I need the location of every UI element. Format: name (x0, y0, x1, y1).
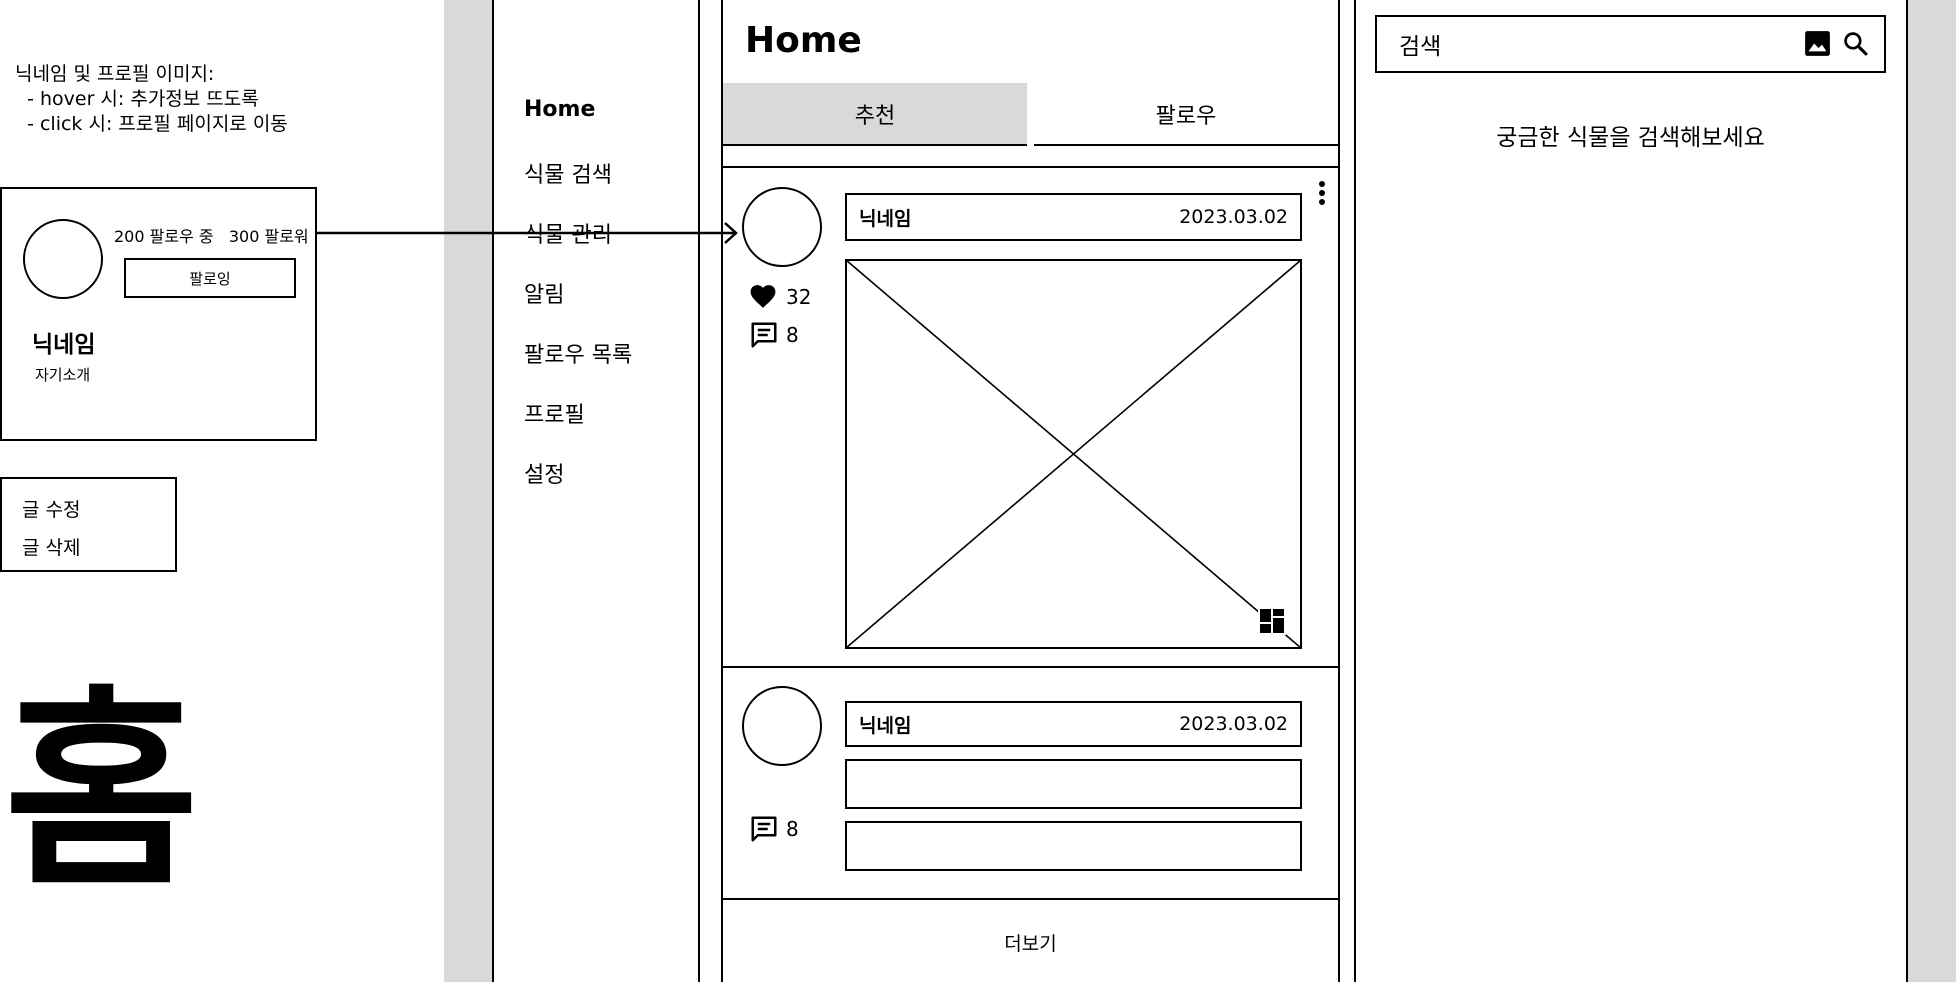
profile-hover-card: 200 팔로우 중 300 팔로워 팔로잉 닉네임 자기소개 (0, 187, 317, 441)
comment-count: 8 (786, 323, 799, 347)
nav-item-home[interactable]: Home (524, 97, 595, 122)
feed-left-border (721, 0, 723, 982)
comment-count: 8 (786, 817, 799, 841)
nav-item-follow-list[interactable]: 팔로우 목록 (524, 337, 632, 369)
comment-icon[interactable] (749, 320, 779, 350)
post-content-box[interactable] (845, 821, 1302, 871)
feed-divider (723, 166, 1338, 168)
annotation-line: - click 시: 프로필 페이지로 이동 (15, 113, 288, 135)
like-count: 32 (786, 285, 812, 309)
following-button[interactable]: 팔로잉 (124, 258, 296, 298)
gallery-grid-icon[interactable] (1258, 607, 1286, 635)
page-label: 홈 (4, 668, 200, 915)
tab-recommended[interactable]: 추천 (723, 83, 1027, 146)
post-date: 2023.03.02 (1179, 713, 1288, 735)
search-icon[interactable] (1843, 31, 1868, 56)
search-right-border (1906, 0, 1908, 982)
profile-nickname[interactable]: 닉네임 (32, 325, 95, 359)
post-options-menu: 글 수정 글 삭제 (0, 477, 177, 572)
avatar[interactable] (742, 187, 822, 267)
avatar[interactable] (742, 686, 822, 766)
left-gutter (444, 0, 492, 982)
nav-item-plant-search[interactable]: 식물 검색 (524, 157, 612, 189)
post-divider (723, 666, 1338, 668)
nav-item-notifications[interactable]: 알림 (524, 277, 564, 309)
profile-bio: 자기소개 (35, 366, 91, 384)
annotation-line: 닉네임 및 프로필 이미지: (15, 63, 215, 85)
load-more-button[interactable]: 더보기 (723, 898, 1338, 986)
post-header: 닉네임 2023.03.02 (845, 701, 1302, 747)
image-icon[interactable] (1804, 30, 1831, 57)
post-image-placeholder[interactable] (845, 259, 1302, 649)
post-nickname[interactable]: 닉네임 (859, 204, 911, 231)
annotation-line: - hover 시: 추가정보 뜨도록 (15, 88, 259, 110)
feed-right-border (1338, 0, 1340, 982)
more-vertical-icon[interactable] (1314, 180, 1330, 208)
menu-item-edit-post[interactable]: 글 수정 (22, 495, 80, 522)
right-gutter (1908, 0, 1956, 982)
post-nickname[interactable]: 닉네임 (859, 711, 911, 738)
nav-right-border (698, 0, 700, 982)
search-placeholder: 검색 (1399, 34, 1442, 60)
nav-item-plant-manage[interactable]: 식물 관리 (524, 217, 612, 249)
nav-item-profile[interactable]: 프로필 (524, 397, 585, 429)
menu-item-delete-post[interactable]: 글 삭제 (22, 533, 80, 560)
nav-left-border (492, 0, 494, 982)
nav-item-settings[interactable]: 설정 (524, 457, 564, 489)
annotation-note: 닉네임 및 프로필 이미지: - hover 시: 추가정보 뜨도록 - cli… (15, 62, 288, 137)
avatar[interactable] (23, 219, 103, 299)
post-content-box[interactable] (845, 759, 1302, 809)
post-header: 닉네임 2023.03.02 (845, 193, 1302, 241)
follow-stats: 200 팔로우 중 300 팔로워 (114, 227, 309, 246)
heart-icon[interactable] (748, 283, 778, 309)
page-title: Home (745, 20, 862, 61)
post-date: 2023.03.02 (1179, 206, 1288, 228)
search-hint: 궁금한 식물을 검색해보세요 (1496, 125, 1765, 151)
comment-icon[interactable] (749, 814, 779, 844)
tab-following[interactable]: 팔로우 (1034, 83, 1338, 146)
